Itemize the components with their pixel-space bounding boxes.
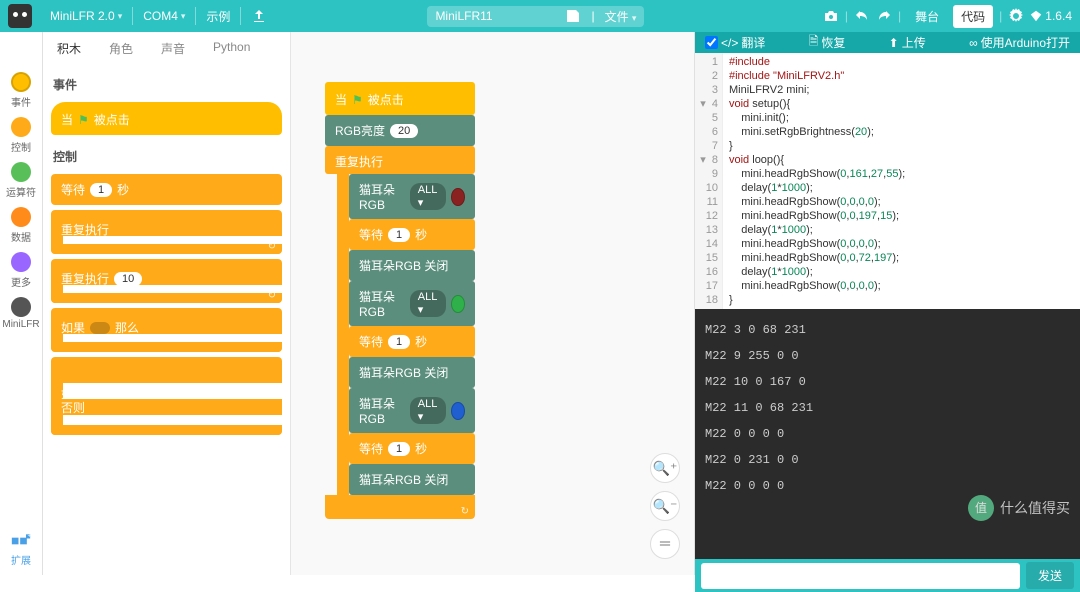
code-panel: </>翻译 🗎恢复 ⬆上传 ∞使用Arduino打开 1 2 3 ▾ 4 5 6… xyxy=(694,32,1080,575)
block-wait[interactable]: 等待1秒 xyxy=(51,174,282,205)
restore-button[interactable]: 🗎恢复 xyxy=(809,32,846,53)
block-when-flag-clicked[interactable]: 当 ⚑ 被点击 xyxy=(51,102,282,135)
script-forever[interactable]: 重复执行 xyxy=(325,146,475,174)
script-hat[interactable]: 当 ⚑ 被点击 xyxy=(325,82,475,115)
settings-icon[interactable] xyxy=(1008,8,1024,24)
translate-toggle[interactable]: </>翻译 xyxy=(705,34,765,51)
top-bar: MiniLFR 2.0▾ COM4▾ 示例 | 文件 ▾ | | 舞台 代码 |… xyxy=(0,0,1080,32)
script-ear-off-3[interactable]: 猫耳朵RGB 关闭 xyxy=(349,464,475,495)
script-canvas[interactable]: 当 ⚑ 被点击 RGB亮度20 重复执行 猫耳朵RGBALL ▾ 等待1秒 猫耳… xyxy=(291,32,694,575)
svg-text:+: + xyxy=(28,534,31,540)
cat-events[interactable]: 事件 xyxy=(11,72,31,109)
tab-roles[interactable]: 角色 xyxy=(95,32,147,62)
cat-data[interactable]: 数据 xyxy=(11,207,31,244)
events-header: 事件 xyxy=(43,68,290,97)
script-ear-rgb-2[interactable]: 猫耳朵RGBALL ▾ xyxy=(349,281,475,326)
line-gutter: 1 2 3 ▾ 4 5 6 7 ▾ 8 9 10 11 12 13 14 15 … xyxy=(695,53,723,309)
tab-sound[interactable]: 声音 xyxy=(147,32,199,62)
cat-minilfr[interactable]: MiniLFR xyxy=(2,297,39,330)
open-arduino-button[interactable]: ∞使用Arduino打开 xyxy=(969,34,1070,51)
flag-icon: ⚑ xyxy=(78,113,89,127)
serial-input[interactable] xyxy=(701,563,1020,589)
script-wait-2[interactable]: 等待1秒 xyxy=(349,326,475,357)
tab-python[interactable]: Python xyxy=(199,32,264,62)
script-forever-end[interactable]: ↻ xyxy=(325,495,475,519)
script-ear-rgb-3[interactable]: 猫耳朵RGBALL ▾ xyxy=(349,388,475,433)
block-palette: 事件 当 ⚑ 被点击 控制 等待1秒 重复执行 ↻ 重复执行10 ↻ 如果那么 … xyxy=(43,32,291,575)
app-logo-icon xyxy=(8,4,32,28)
block-if-else[interactable]: 如果那么 否则 xyxy=(51,357,282,435)
script-ear-off-2[interactable]: 猫耳朵RGB 关闭 xyxy=(349,357,475,388)
zoom-reset-button[interactable]: ＝ xyxy=(650,529,680,559)
code-button[interactable]: 代码 xyxy=(953,5,993,28)
upload-button[interactable]: ⬆上传 xyxy=(889,34,926,51)
camera-icon[interactable] xyxy=(823,8,839,24)
block-if[interactable]: 如果那么 xyxy=(51,308,282,352)
upload-icon[interactable] xyxy=(241,8,277,24)
zoom-controls: 🔍⁺ 🔍⁻ ＝ xyxy=(650,453,680,559)
script-ear-rgb-1[interactable]: 猫耳朵RGBALL ▾ xyxy=(349,174,475,219)
watermark: 值 什么值得买 xyxy=(968,495,1070,521)
port-menu[interactable]: COM4▾ xyxy=(133,9,195,23)
extensions-button[interactable]: + 扩展 xyxy=(11,533,31,567)
block-forever[interactable]: 重复执行 ↻ xyxy=(51,210,282,254)
serial-console[interactable]: M22 3 0 68 231 M22 9 255 0 0 M22 10 0 16… xyxy=(695,309,1080,559)
zoom-out-button[interactable]: 🔍⁻ xyxy=(650,491,680,521)
filename-input[interactable] xyxy=(435,9,555,23)
stage-button[interactable]: 舞台 xyxy=(907,5,947,28)
loop-arrow-icon: ↻ xyxy=(461,506,469,517)
flag-icon: ⚑ xyxy=(352,93,363,107)
file-menu[interactable]: 文件 ▾ xyxy=(605,8,637,25)
filename-field-wrap: | 文件 ▾ xyxy=(427,6,644,27)
control-header: 控制 xyxy=(43,140,290,169)
examples-button[interactable]: 示例 xyxy=(196,8,240,25)
cat-more[interactable]: 更多 xyxy=(11,252,31,289)
zoom-in-button[interactable]: 🔍⁺ xyxy=(650,453,680,483)
send-button[interactable]: 发送 xyxy=(1026,562,1074,589)
version-label: 1.6.4 xyxy=(1030,9,1072,23)
script-wait-1[interactable]: 等待1秒 xyxy=(349,219,475,250)
script-ear-off-1[interactable]: 猫耳朵RGB 关闭 xyxy=(349,250,475,281)
loop-arrow-icon: ↻ xyxy=(268,290,276,301)
tab-blocks[interactable]: 积木 xyxy=(43,32,95,62)
block-repeat[interactable]: 重复执行10 ↻ xyxy=(51,259,282,303)
script-rgb-brightness[interactable]: RGB亮度20 xyxy=(325,115,475,146)
cat-control[interactable]: 控制 xyxy=(11,117,31,154)
serial-send-row: 发送 xyxy=(695,559,1080,592)
script-wait-3[interactable]: 等待1秒 xyxy=(349,433,475,464)
save-icon[interactable] xyxy=(565,8,581,24)
watermark-badge-icon: 值 xyxy=(968,495,994,521)
code-editor[interactable]: 1 2 3 ▾ 4 5 6 7 ▾ 8 9 10 11 12 13 14 15 … xyxy=(695,53,1080,309)
product-menu[interactable]: MiniLFR 2.0▾ xyxy=(40,9,132,23)
redo-icon[interactable] xyxy=(876,8,892,24)
category-sidebar: 积木 角色 声音 Python 事件 控制 运算符 数据 更多 MiniLFR … xyxy=(0,32,43,575)
cat-operators[interactable]: 运算符 xyxy=(6,162,36,199)
code-content[interactable]: #include #include "MiniLFRV2.h" MiniLFRV… xyxy=(723,53,1080,309)
user-script[interactable]: 当 ⚑ 被点击 RGB亮度20 重复执行 猫耳朵RGBALL ▾ 等待1秒 猫耳… xyxy=(325,82,475,519)
undo-icon[interactable] xyxy=(854,8,870,24)
loop-arrow-icon: ↻ xyxy=(268,241,276,252)
